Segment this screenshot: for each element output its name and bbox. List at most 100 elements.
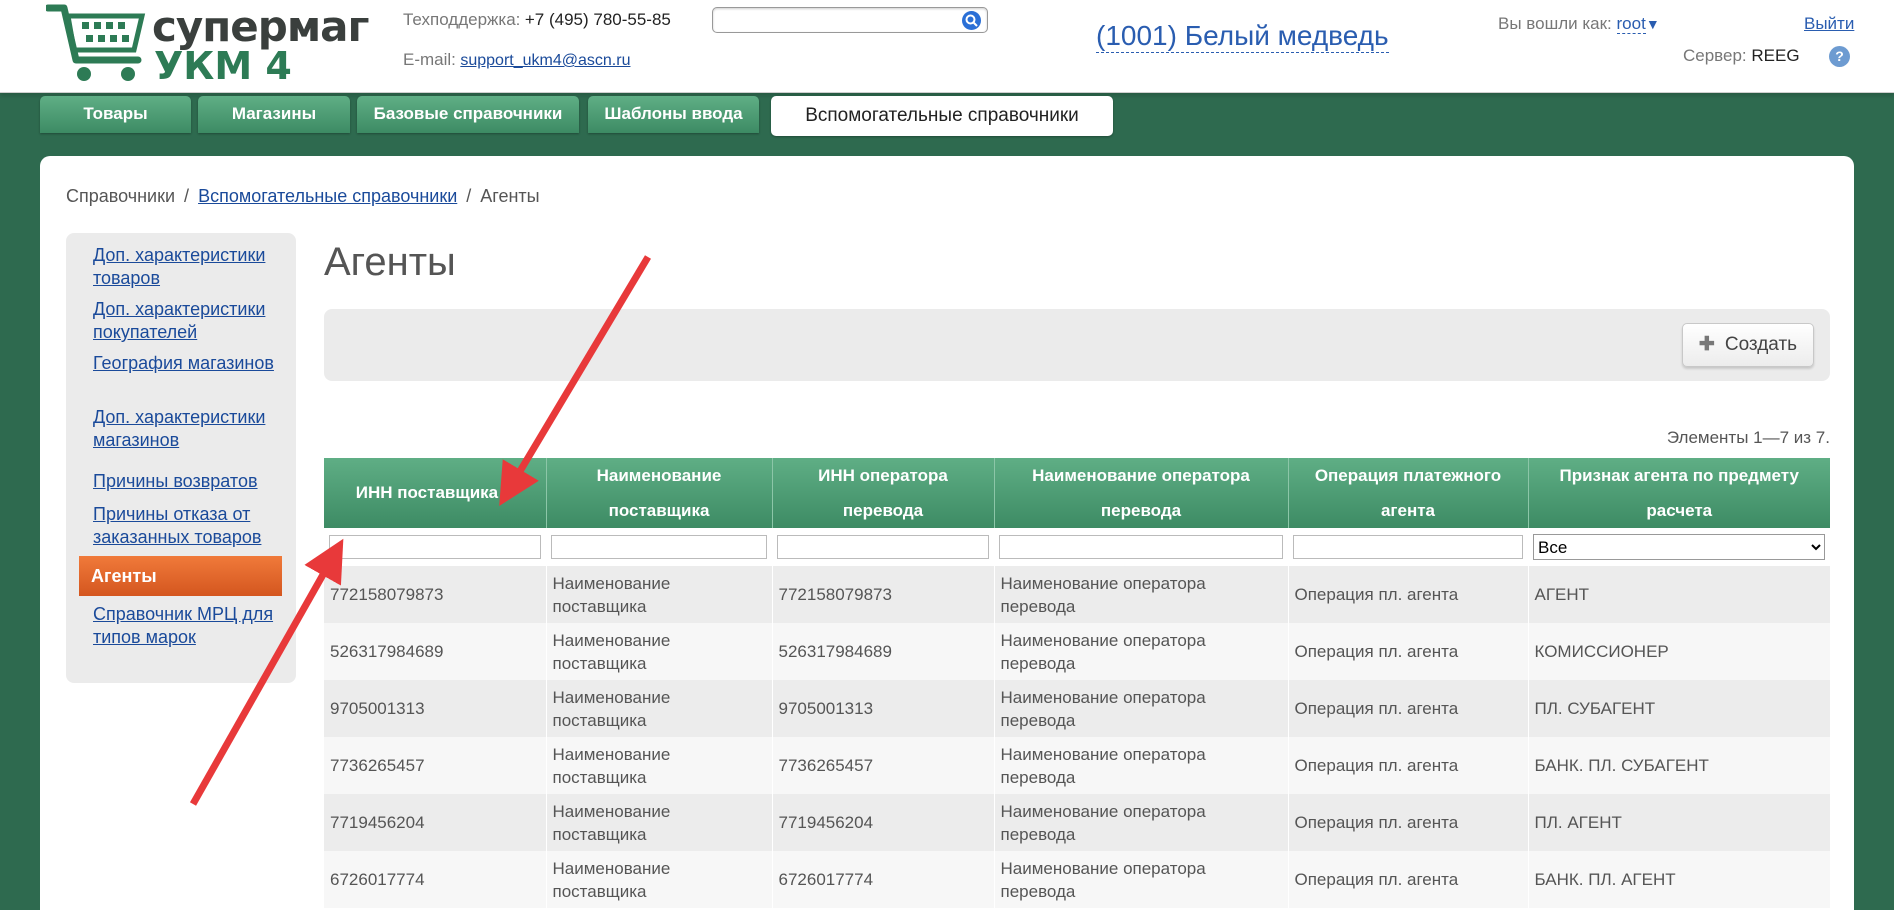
server-name: REEG bbox=[1751, 46, 1800, 65]
table-row[interactable]: 772158079873 Наименование поставщика 77215… bbox=[324, 566, 1831, 623]
search-icon bbox=[965, 14, 978, 27]
cell-supplier-name: Наименование поставщика bbox=[546, 794, 773, 851]
cell-operator-inn: 772158079873 bbox=[772, 566, 995, 623]
help-icon[interactable]: ? bbox=[1829, 46, 1850, 67]
cell-payment-agent-operation: Операция пл. агента bbox=[1288, 623, 1529, 680]
cell-supplier-inn: 526317984689 bbox=[324, 623, 547, 680]
cell-operator-name: Наименование оператора перевода bbox=[994, 623, 1289, 680]
tab-stores[interactable]: Магазины bbox=[198, 96, 350, 133]
server-info: Сервер: REEG bbox=[1683, 46, 1800, 66]
breadcrumb-separator: / bbox=[184, 186, 190, 206]
chevron-down-icon[interactable]: ▼ bbox=[1646, 16, 1660, 32]
breadcrumb: Справочники / Вспомогательные справочники /… bbox=[66, 186, 540, 207]
support-phone: Техподдержка: +7 (495) 780-55-85 bbox=[403, 10, 671, 30]
sidebar-item-agents[interactable]: Агенты bbox=[79, 556, 282, 596]
cell-operator-inn: 7719456204 bbox=[772, 794, 995, 851]
sidebar-item-mrp-directory[interactable]: Справочник МРЦ для типов марок bbox=[93, 603, 288, 649]
sidebar-item-store-characteristics[interactable]: Доп. характеристики магазинов bbox=[93, 406, 288, 452]
table-body: 772158079873 Наименование поставщика 77215… bbox=[324, 566, 1831, 908]
support-email-label: E-mail: bbox=[403, 50, 456, 69]
toolbar: ✚ Создать bbox=[324, 309, 1830, 381]
search-button[interactable] bbox=[962, 11, 981, 30]
sort-desc-icon: ▼ bbox=[502, 487, 514, 499]
cell-supplier-name: Наименование поставщика bbox=[546, 851, 773, 908]
cell-operator-name: Наименование оператора перевода bbox=[994, 737, 1289, 794]
tab-auxiliary-directories[interactable]: Вспомогательные справочники bbox=[771, 96, 1113, 136]
cell-supplier-inn: 6726017774 bbox=[324, 851, 547, 908]
support-phone-label: Техподдержка: bbox=[403, 10, 521, 29]
breadcrumb-root: Справочники bbox=[66, 186, 176, 206]
table-row[interactable]: 7736265457 Наименование поставщика 7736265… bbox=[324, 737, 1831, 794]
filter-row: Все bbox=[324, 528, 1830, 566]
create-button[interactable]: ✚ Создать bbox=[1682, 323, 1814, 367]
column-header-supplier-name[interactable]: Наименование поставщика bbox=[546, 458, 773, 528]
cell-supplier-name: Наименование поставщика bbox=[546, 566, 773, 623]
tab-input-templates[interactable]: Шаблоны ввода bbox=[588, 96, 759, 133]
cell-operator-inn: 6726017774 bbox=[772, 851, 995, 908]
tab-goods[interactable]: Товары bbox=[40, 96, 191, 133]
table-row[interactable]: 526317984689 Наименование поставщика 52631… bbox=[324, 623, 1831, 680]
sidebar-item-store-geography[interactable]: География магазинов bbox=[93, 352, 288, 375]
table-row[interactable]: 9705001313 Наименование поставщика 9705001… bbox=[324, 680, 1831, 737]
column-header-operator-inn[interactable]: ИНН оператора перевода bbox=[772, 458, 995, 528]
cell-agent-sign: КОМИССИОНЕР bbox=[1528, 623, 1831, 680]
cell-payment-agent-operation: Операция пл. агента bbox=[1288, 737, 1529, 794]
filter-supplier-name[interactable] bbox=[551, 535, 767, 559]
cell-agent-sign: БАНК. ПЛ. СУБАГЕНТ bbox=[1528, 737, 1831, 794]
sidebar-item-return-reasons[interactable]: Причины возвратов bbox=[93, 470, 288, 493]
table-row[interactable]: 6726017774 Наименование поставщика 6726017… bbox=[324, 851, 1831, 908]
cell-agent-sign: БАНК. ПЛ. АГЕНТ bbox=[1528, 851, 1831, 908]
header: супермаг УКМ 4 Техподдержка: +7 (495) 78… bbox=[0, 0, 1894, 93]
cell-supplier-name: Наименование поставщика bbox=[546, 623, 773, 680]
cell-operator-inn: 526317984689 bbox=[772, 623, 995, 680]
filter-supplier-inn[interactable] bbox=[329, 535, 541, 559]
breadcrumb-separator: / bbox=[466, 186, 472, 206]
create-button-label: Создать bbox=[1724, 334, 1798, 355]
sidebar-item-order-refusal-reasons[interactable]: Причины отказа от заказанных товаров bbox=[93, 503, 288, 549]
logged-in-label: Вы вошли как: bbox=[1498, 14, 1612, 33]
search-input[interactable] bbox=[719, 11, 955, 29]
cell-payment-agent-operation: Операция пл. агента bbox=[1288, 566, 1529, 623]
user-menu[interactable]: root bbox=[1616, 14, 1646, 34]
cell-operator-name: Наименование оператора перевода bbox=[994, 566, 1289, 623]
content-panel: Справочники / Вспомогательные справочники /… bbox=[40, 156, 1854, 910]
cell-payment-agent-operation: Операция пл. агента bbox=[1288, 680, 1529, 737]
support-email-link[interactable]: support_ukm4@ascn.ru bbox=[460, 52, 630, 69]
brand-product: УКМ 4 bbox=[154, 44, 292, 88]
column-header-supplier-inn[interactable]: ИНН поставщика ▼ bbox=[324, 458, 547, 528]
cell-operator-inn: 7736265457 bbox=[772, 737, 995, 794]
store-selector[interactable]: (1001) Белый медведь bbox=[1096, 20, 1389, 53]
user-info: Вы вошли как: root▼ bbox=[1498, 14, 1660, 34]
filter-agent-sign-select[interactable]: Все bbox=[1533, 534, 1825, 560]
table-row[interactable]: 7719456204 Наименование поставщика 7719456… bbox=[324, 794, 1831, 851]
support-phone-value: +7 (495) 780-55-85 bbox=[524, 10, 671, 29]
logo[interactable]: супермаг УКМ 4 bbox=[46, 2, 369, 88]
sidebar-item-customer-characteristics[interactable]: Доп. характеристики покупателей bbox=[93, 298, 288, 344]
filter-payment-agent-operation[interactable] bbox=[1293, 535, 1523, 559]
column-header-operator-name[interactable]: Наименование оператора перевода bbox=[994, 458, 1289, 528]
cell-operator-name: Наименование оператора перевода bbox=[994, 851, 1289, 908]
column-header-agent-sign[interactable]: Признак агента по предмету расчета bbox=[1528, 458, 1830, 528]
server-label: Сервер: bbox=[1683, 46, 1747, 65]
support-email: E-mail: support_ukm4@ascn.ru bbox=[403, 50, 630, 70]
plus-icon: ✚ bbox=[1698, 334, 1715, 355]
sidebar-item-goods-characteristics[interactable]: Доп. характеристики товаров bbox=[93, 244, 288, 290]
cell-agent-sign: АГЕНТ bbox=[1528, 566, 1831, 623]
cell-payment-agent-operation: Операция пл. агента bbox=[1288, 851, 1529, 908]
page-title: Агенты bbox=[324, 240, 456, 284]
cell-supplier-inn: 772158079873 bbox=[324, 566, 547, 623]
tab-base-directories[interactable]: Базовые справочники bbox=[357, 96, 579, 133]
column-header-payment-agent-operation[interactable]: Операция платежного агента bbox=[1288, 458, 1529, 528]
cell-supplier-name: Наименование поставщика bbox=[546, 680, 773, 737]
agents-table: ИНН поставщика ▼ Наименование поставщика… bbox=[324, 458, 1831, 908]
items-counter: Элементы 1—7 из 7. bbox=[1666, 428, 1830, 447]
breadcrumb-section-link[interactable]: Вспомогательные справочники bbox=[198, 186, 457, 206]
cell-supplier-name: Наименование поставщика bbox=[546, 737, 773, 794]
cell-payment-agent-operation: Операция пл. агента bbox=[1288, 794, 1529, 851]
logout-link[interactable]: Выйти bbox=[1804, 14, 1854, 34]
breadcrumb-current: Агенты bbox=[480, 186, 540, 206]
filter-operator-inn[interactable] bbox=[777, 535, 989, 559]
cell-operator-name: Наименование оператора перевода bbox=[994, 794, 1289, 851]
filter-operator-name[interactable] bbox=[999, 535, 1283, 559]
cell-supplier-inn: 7736265457 bbox=[324, 737, 547, 794]
